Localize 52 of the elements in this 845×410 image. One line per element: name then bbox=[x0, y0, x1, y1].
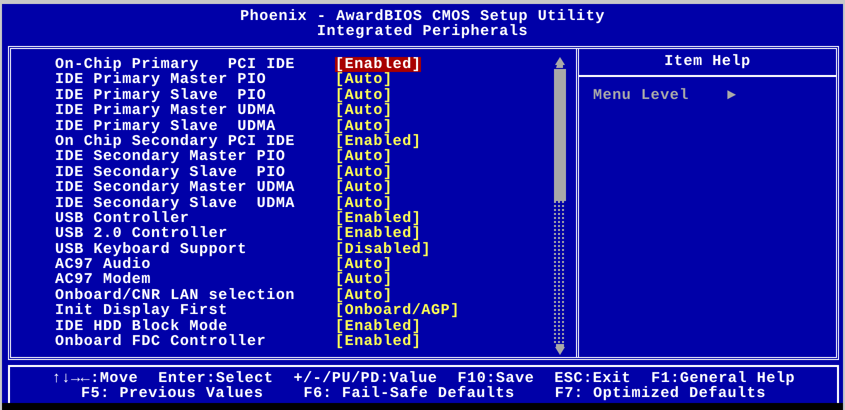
setting-value[interactable]: [Auto] bbox=[335, 164, 393, 180]
key-hint: Enter:Select bbox=[158, 371, 274, 386]
setting-value[interactable]: [Auto] bbox=[335, 72, 393, 88]
key-hint: +/-/PU/PD:Value bbox=[293, 371, 438, 386]
setting-value[interactable]: [Auto] bbox=[335, 149, 393, 165]
key-hint: F10:Save bbox=[458, 371, 534, 386]
setting-label[interactable]: IDE Secondary Master PIO bbox=[55, 149, 335, 165]
setting-label[interactable]: Init Display First bbox=[55, 303, 335, 319]
setting-value[interactable]: [Enabled] bbox=[335, 134, 422, 150]
setting-value[interactable]: [Enabled] bbox=[335, 318, 422, 334]
setting-label[interactable]: IDE Secondary Master UDMA bbox=[55, 180, 335, 196]
setting-label[interactable]: IDE Primary Slave UDMA bbox=[55, 118, 335, 134]
setting-value[interactable]: [Enabled] bbox=[335, 57, 422, 72]
key-hint: F1:General Help bbox=[651, 371, 796, 386]
setting-label[interactable]: IDE HDD Block Mode bbox=[55, 318, 335, 334]
setting-value[interactable]: [Enabled] bbox=[335, 334, 422, 350]
setting-value[interactable]: [Auto] bbox=[335, 272, 393, 288]
key-hint: ESC:Exit bbox=[554, 371, 632, 386]
setting-label[interactable]: IDE Secondary Slave PIO bbox=[55, 164, 335, 180]
key-hint: ↑↓→←:Move bbox=[52, 371, 138, 386]
setting-label[interactable]: USB Controller bbox=[55, 210, 335, 226]
key-hint: F7: Optimized Defaults bbox=[554, 386, 766, 401]
key-hint: F5: Previous Values bbox=[81, 386, 264, 401]
setting-label[interactable]: IDE Secondary Slave UDMA bbox=[55, 196, 335, 211]
setting-label[interactable]: Onboard/CNR LAN selection bbox=[55, 288, 335, 304]
setting-label[interactable]: IDE Primary Master UDMA bbox=[55, 103, 335, 119]
setting-value[interactable]: [Auto] bbox=[335, 196, 393, 211]
setting-value[interactable]: [Auto] bbox=[335, 288, 393, 304]
setting-value[interactable]: [Onboard/AGP] bbox=[335, 303, 460, 319]
setting-value[interactable]: [Auto] bbox=[335, 103, 393, 119]
setting-label[interactable]: AC97 Modem bbox=[55, 272, 335, 288]
setting-value[interactable]: [Disabled] bbox=[335, 242, 432, 258]
help-title: Item Help bbox=[579, 49, 836, 77]
utility-title: Phoenix - AwardBIOS CMOS Setup Utility bbox=[240, 9, 605, 24]
setting-label[interactable]: AC97 Audio bbox=[55, 257, 335, 272]
setting-value[interactable]: [Auto] bbox=[335, 88, 393, 104]
setting-label[interactable]: USB 2.0 Controller bbox=[55, 226, 335, 242]
setting-value[interactable]: [Enabled] bbox=[335, 226, 422, 242]
setting-label[interactable]: IDE Primary Slave PIO bbox=[55, 88, 335, 104]
setting-label[interactable]: IDE Primary Master PIO bbox=[55, 72, 335, 88]
menu-level-label: Menu Level bbox=[593, 87, 690, 104]
setting-label[interactable]: On Chip Secondary PCI IDE bbox=[55, 134, 335, 150]
setting-label[interactable]: USB Keyboard Support bbox=[55, 242, 335, 258]
page-title: Integrated Peripherals bbox=[316, 24, 528, 39]
setting-value[interactable]: [Auto] bbox=[335, 257, 393, 272]
setting-value[interactable]: [Auto] bbox=[335, 180, 393, 196]
menu-level-marker: ► bbox=[727, 87, 737, 104]
setting-label[interactable]: Onboard FDC Controller bbox=[55, 334, 335, 350]
setting-label[interactable]: On-Chip Primary PCI IDE bbox=[55, 57, 335, 72]
setting-value[interactable]: [Enabled] bbox=[335, 210, 422, 226]
key-hint: F6: Fail-Safe Defaults bbox=[303, 386, 515, 401]
setting-value[interactable]: [Auto] bbox=[335, 118, 393, 134]
